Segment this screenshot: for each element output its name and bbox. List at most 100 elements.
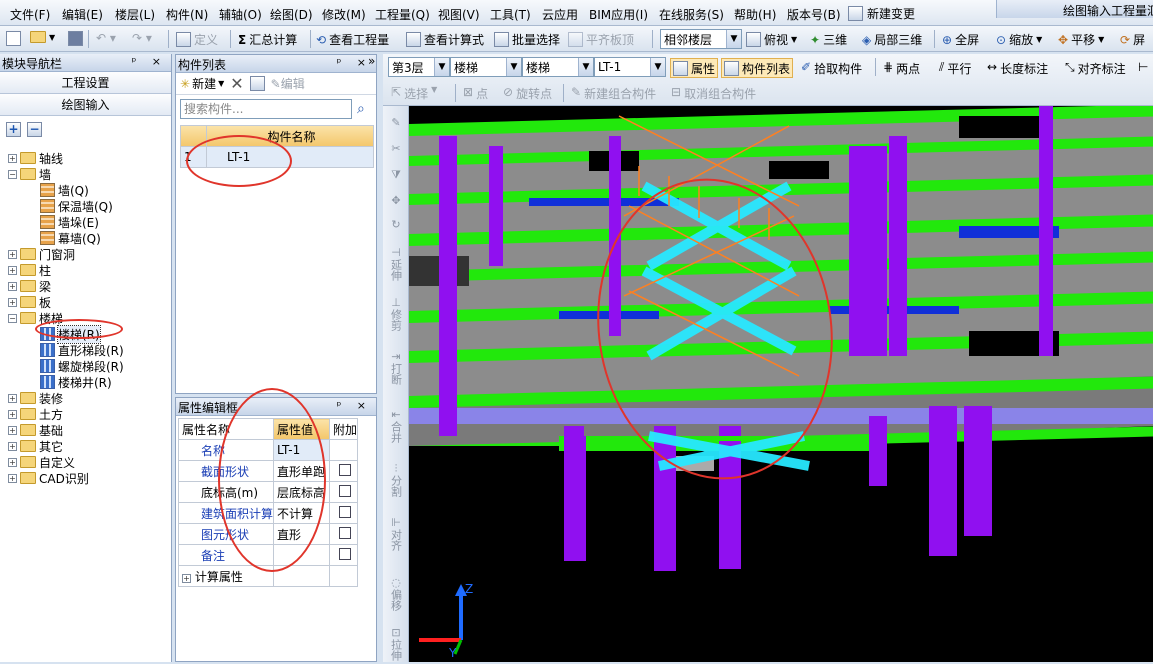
tree-folder[interactable]: + 板 bbox=[8, 294, 51, 310]
menu-help[interactable]: 帮助(H) bbox=[734, 6, 776, 23]
prop-extra-checkbox[interactable] bbox=[328, 523, 359, 545]
pan-button[interactable]: ✥ 平移 ▼ bbox=[1058, 31, 1104, 48]
tree-folder[interactable]: + 轴线 bbox=[8, 150, 63, 166]
more-tools-icon[interactable]: ⊢ bbox=[1138, 60, 1148, 74]
tree-item[interactable]: 楼梯井(R) bbox=[40, 374, 112, 390]
expand-icon[interactable]: + bbox=[8, 473, 17, 483]
break-tool[interactable]: ⇥ 打断 bbox=[387, 350, 405, 388]
collapse-all-button[interactable]: − bbox=[27, 122, 42, 137]
prop-extra-checkbox[interactable] bbox=[328, 481, 359, 503]
expand-icon[interactable]: + bbox=[8, 457, 17, 467]
expand-icon[interactable]: + bbox=[182, 573, 191, 583]
stretch-tool[interactable]: ⊡ 拉伸 bbox=[387, 626, 405, 664]
zoom-button[interactable]: ⊙ 缩放 ▼ bbox=[996, 31, 1042, 48]
tree-folder[interactable]: + 土方 bbox=[8, 406, 63, 422]
prop-extra-checkbox[interactable] bbox=[328, 460, 359, 482]
tree-item[interactable]: 幕墙(Q) bbox=[40, 230, 101, 246]
component-list-button[interactable]: 构件列表 bbox=[721, 58, 794, 78]
menu-quantity[interactable]: 工程量(Q) bbox=[375, 6, 430, 23]
project-settings-button[interactable]: 工程设置 bbox=[0, 72, 171, 94]
expand-icon[interactable]: + bbox=[8, 153, 17, 163]
menu-tools[interactable]: 工具(T) bbox=[490, 6, 531, 23]
menu-floor[interactable]: 楼层(L) bbox=[115, 6, 155, 23]
menu-aux-axis[interactable]: 辅轴(O) bbox=[219, 6, 262, 23]
expand-icon[interactable]: + bbox=[8, 409, 17, 419]
select-button[interactable]: ⇱ 选择 ▼ bbox=[391, 85, 437, 102]
two-points-button[interactable]: ⋕ 两点 bbox=[883, 60, 920, 77]
pin-close-controls[interactable]: ᵖ × bbox=[132, 55, 167, 68]
subtype-dropdown[interactable]: 楼梯 ▼ bbox=[522, 57, 594, 77]
menu-cloud[interactable]: 云应用 bbox=[542, 6, 578, 23]
menu-component[interactable]: 构件(N) bbox=[166, 6, 208, 23]
attribute-button[interactable]: 属性 bbox=[670, 58, 719, 78]
fullscreen-button[interactable]: ⊕ 全屏 bbox=[942, 31, 979, 48]
expand-icon[interactable]: + bbox=[8, 425, 17, 435]
collapse-icon[interactable]: − bbox=[8, 169, 17, 179]
pin-close-controls[interactable]: ᵖ × bbox=[337, 56, 372, 69]
tree-item[interactable]: 墙垛(E) bbox=[40, 214, 99, 230]
three-d-button[interactable]: ✦ 三维 bbox=[810, 31, 847, 48]
expand-icon[interactable]: + bbox=[8, 441, 17, 451]
move-icon[interactable]: ✥ bbox=[387, 194, 405, 207]
new-file-button[interactable] bbox=[6, 31, 21, 46]
expand-icon[interactable]: + bbox=[8, 281, 17, 291]
tree-folder[interactable]: + CAD识别 bbox=[8, 470, 89, 486]
collapse-icon[interactable]: − bbox=[8, 313, 17, 323]
parallel-button[interactable]: ⫽ 平行 bbox=[939, 60, 971, 77]
menu-file[interactable]: 文件(F) bbox=[10, 6, 50, 23]
menu-bim[interactable]: BIM应用(I) bbox=[589, 6, 648, 23]
extend-tool[interactable]: ⊣ 延伸 bbox=[387, 246, 405, 284]
merge-tool[interactable]: ⇤ 合并 bbox=[387, 408, 405, 446]
drawing-input-button[interactable]: 绘图输入 bbox=[0, 94, 171, 116]
batch-select-button[interactable]: 批量选择 bbox=[494, 31, 560, 48]
tree-item[interactable]: 螺旋梯段(R) bbox=[40, 358, 124, 374]
menu-draw[interactable]: 绘图(D) bbox=[270, 6, 313, 23]
mirror-icon[interactable]: ⧩ bbox=[387, 168, 405, 181]
tree-folder[interactable]: + 梁 bbox=[8, 278, 51, 294]
rotate-icon[interactable]: ↻ bbox=[387, 218, 405, 231]
point-button[interactable]: ⊠ 点 bbox=[463, 85, 488, 102]
prop-extra-checkbox[interactable] bbox=[328, 544, 359, 566]
align-slab-button[interactable]: 平齐板顶 bbox=[568, 31, 634, 48]
menu-modify[interactable]: 修改(M) bbox=[322, 6, 366, 23]
expand-icon[interactable]: + bbox=[8, 249, 17, 259]
tree-folder[interactable]: + 柱 bbox=[8, 262, 51, 278]
scissors-icon[interactable]: ✂ bbox=[387, 142, 405, 155]
pick-component-button[interactable]: ✐ 拾取构件 bbox=[801, 60, 862, 77]
menu-version[interactable]: 版本号(B) bbox=[787, 6, 841, 23]
tree-folder[interactable]: + 装修 bbox=[8, 390, 63, 406]
tree-folder[interactable]: + 其它 bbox=[8, 438, 63, 454]
trim-tool[interactable]: ⊥ 修剪 bbox=[387, 296, 405, 334]
tree-folder[interactable]: + 自定义 bbox=[8, 454, 75, 470]
align-tool[interactable]: ⊩ 对齐 bbox=[387, 516, 405, 554]
local-3d-button[interactable]: ◈ 局部三维 bbox=[862, 31, 922, 48]
tree-item[interactable]: 保温墙(Q) bbox=[40, 198, 113, 214]
view-formula-button[interactable]: 查看计算式 bbox=[406, 31, 484, 48]
expand-icon[interactable]: + bbox=[8, 265, 17, 275]
tree-folder[interactable]: + 基础 bbox=[8, 422, 63, 438]
tree-folder[interactable]: + 门窗洞 bbox=[8, 246, 75, 262]
menu-view[interactable]: 视图(V) bbox=[438, 6, 480, 23]
double-chevron-icon[interactable]: » bbox=[368, 54, 375, 68]
redo-button[interactable]: ↷ ▾ bbox=[132, 31, 152, 45]
copy-icon[interactable] bbox=[249, 76, 265, 91]
tree-item[interactable]: 墙(Q) bbox=[40, 182, 89, 198]
new-component-button[interactable]: ✳ 新建 ▼ bbox=[180, 75, 224, 92]
pencil-icon[interactable]: ✎ bbox=[387, 116, 405, 129]
component-dropdown[interactable]: LT-1 ▼ bbox=[594, 57, 666, 77]
cancel-group-button[interactable]: ⊟ 取消组合构件 bbox=[671, 85, 756, 102]
floor-select[interactable]: 相邻楼层 ▼ bbox=[660, 29, 742, 49]
edit-button[interactable]: ✎编辑 bbox=[271, 75, 305, 92]
search-input[interactable]: 搜索构件... bbox=[180, 99, 352, 119]
tree-folder[interactable]: − 墙 bbox=[8, 166, 51, 182]
sum-calc-button[interactable]: Σ 汇总计算 bbox=[238, 31, 297, 48]
offset-tool[interactable]: ◌ 偏移 bbox=[387, 576, 405, 614]
new-group-button[interactable]: ✎ 新建组合构件 bbox=[571, 85, 656, 102]
expand-all-button[interactable]: + bbox=[6, 122, 21, 137]
length-dim-button[interactable]: ↔ 长度标注 bbox=[987, 60, 1048, 77]
view-quantity-button[interactable]: ⟲ 查看工程量 bbox=[316, 31, 389, 48]
type-dropdown[interactable]: 楼梯 ▼ bbox=[450, 57, 522, 77]
3d-viewport[interactable]: Z Y bbox=[409, 106, 1153, 662]
search-icon[interactable]: ⌕ bbox=[357, 101, 365, 117]
define-button[interactable]: 定义 bbox=[176, 31, 218, 48]
